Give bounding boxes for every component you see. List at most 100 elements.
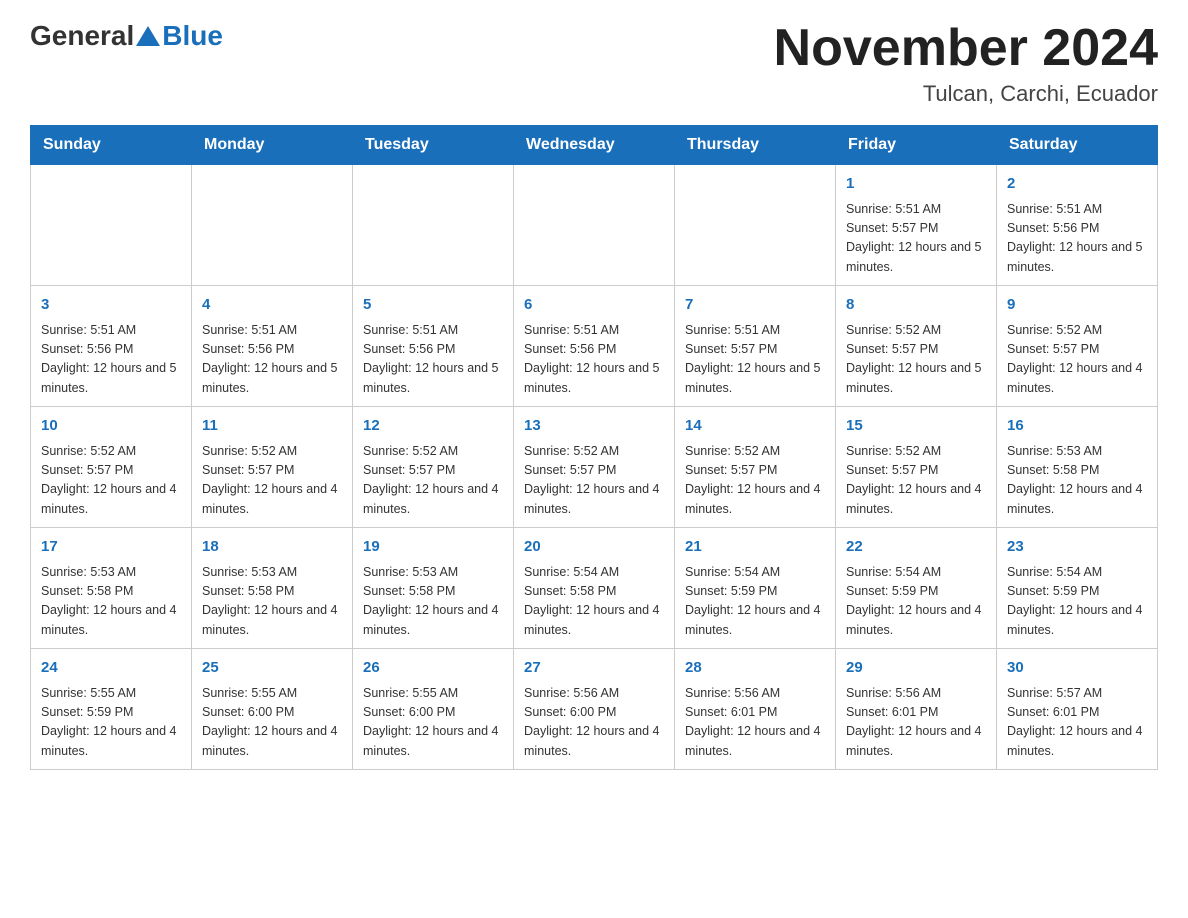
day-cell-empty bbox=[514, 165, 675, 286]
logo-general-text: General bbox=[30, 20, 134, 52]
day-info: Sunrise: 5:52 AMSunset: 5:57 PMDaylight:… bbox=[363, 442, 503, 520]
day-number: 28 bbox=[685, 657, 825, 680]
day-info: Sunrise: 5:52 AMSunset: 5:57 PMDaylight:… bbox=[685, 442, 825, 520]
day-info: Sunrise: 5:51 AMSunset: 5:56 PMDaylight:… bbox=[524, 321, 664, 399]
day-info: Sunrise: 5:51 AMSunset: 5:56 PMDaylight:… bbox=[202, 321, 342, 399]
day-cell-21: 21 Sunrise: 5:54 AMSunset: 5:59 PMDayligh… bbox=[675, 528, 836, 649]
week-row-1: 1 Sunrise: 5:51 AMSunset: 5:57 PMDaylight… bbox=[31, 165, 1158, 286]
day-cell-5: 5 Sunrise: 5:51 AMSunset: 5:56 PMDaylight… bbox=[353, 286, 514, 407]
logo-area: General Blue bbox=[30, 20, 223, 52]
calendar-header: Sunday Monday Tuesday Wednesday Thursday… bbox=[31, 126, 1158, 165]
day-cell-18: 18 Sunrise: 5:53 AMSunset: 5:58 PMDayligh… bbox=[192, 528, 353, 649]
day-number: 14 bbox=[685, 415, 825, 438]
day-number: 24 bbox=[41, 657, 181, 680]
day-info: Sunrise: 5:53 AMSunset: 5:58 PMDaylight:… bbox=[41, 563, 181, 641]
day-cell-6: 6 Sunrise: 5:51 AMSunset: 5:56 PMDaylight… bbox=[514, 286, 675, 407]
day-number: 16 bbox=[1007, 415, 1147, 438]
day-number: 19 bbox=[363, 536, 503, 559]
calendar-body: 1 Sunrise: 5:51 AMSunset: 5:57 PMDaylight… bbox=[31, 165, 1158, 770]
day-number: 21 bbox=[685, 536, 825, 559]
day-number: 2 bbox=[1007, 173, 1147, 196]
calendar-title: November 2024 bbox=[774, 20, 1158, 77]
col-tuesday: Tuesday bbox=[353, 126, 514, 165]
day-info: Sunrise: 5:55 AMSunset: 6:00 PMDaylight:… bbox=[363, 684, 503, 762]
day-cell-1: 1 Sunrise: 5:51 AMSunset: 5:57 PMDaylight… bbox=[836, 165, 997, 286]
day-cell-16: 16Sunrise: 5:53 AMSunset: 5:58 PMDayligh… bbox=[997, 407, 1158, 528]
day-cell-7: 7 Sunrise: 5:51 AMSunset: 5:57 PMDaylight… bbox=[675, 286, 836, 407]
day-cell-17: 17Sunrise: 5:53 AMSunset: 5:58 PMDayligh… bbox=[31, 528, 192, 649]
day-number: 22 bbox=[846, 536, 986, 559]
day-number: 8 bbox=[846, 294, 986, 317]
col-wednesday: Wednesday bbox=[514, 126, 675, 165]
day-info: Sunrise: 5:51 AMSunset: 5:56 PMDaylight:… bbox=[363, 321, 503, 399]
day-cell-30: 30 Sunrise: 5:57 AMSunset: 6:01 PMDayligh… bbox=[997, 649, 1158, 770]
day-info: Sunrise: 5:52 AMSunset: 5:57 PMDaylight:… bbox=[1007, 321, 1147, 399]
day-cell-9: 9 Sunrise: 5:52 AMSunset: 5:57 PMDaylight… bbox=[997, 286, 1158, 407]
day-cell-12: 12 Sunrise: 5:52 AMSunset: 5:57 PMDayligh… bbox=[353, 407, 514, 528]
day-info: Sunrise: 5:54 AMSunset: 5:59 PMDaylight:… bbox=[1007, 563, 1147, 641]
col-monday: Monday bbox=[192, 126, 353, 165]
day-info: Sunrise: 5:55 AMSunset: 5:59 PMDaylight:… bbox=[41, 684, 181, 762]
day-info: Sunrise: 5:53 AMSunset: 5:58 PMDaylight:… bbox=[363, 563, 503, 641]
day-cell-4: 4 Sunrise: 5:51 AMSunset: 5:56 PMDaylight… bbox=[192, 286, 353, 407]
day-cell-19: 19 Sunrise: 5:53 AMSunset: 5:58 PMDayligh… bbox=[353, 528, 514, 649]
day-info: Sunrise: 5:56 AMSunset: 6:00 PMDaylight:… bbox=[524, 684, 664, 762]
day-info: Sunrise: 5:54 AMSunset: 5:59 PMDaylight:… bbox=[685, 563, 825, 641]
day-number: 6 bbox=[524, 294, 664, 317]
col-sunday: Sunday bbox=[31, 126, 192, 165]
week-row-2: 3 Sunrise: 5:51 AMSunset: 5:56 PMDaylight… bbox=[31, 286, 1158, 407]
day-info: Sunrise: 5:51 AMSunset: 5:56 PMDaylight:… bbox=[1007, 200, 1147, 278]
week-row-3: 10 Sunrise: 5:52 AMSunset: 5:57 PMDayligh… bbox=[31, 407, 1158, 528]
day-info: Sunrise: 5:55 AMSunset: 6:00 PMDaylight:… bbox=[202, 684, 342, 762]
day-info: Sunrise: 5:52 AMSunset: 5:57 PMDaylight:… bbox=[846, 321, 986, 399]
day-cell-3: 3Sunrise: 5:51 AMSunset: 5:56 PMDaylight… bbox=[31, 286, 192, 407]
day-info: Sunrise: 5:52 AMSunset: 5:57 PMDaylight:… bbox=[202, 442, 342, 520]
logo-blue-text: Blue bbox=[162, 20, 223, 52]
day-info: Sunrise: 5:51 AMSunset: 5:57 PMDaylight:… bbox=[685, 321, 825, 399]
day-number: 29 bbox=[846, 657, 986, 680]
day-number: 3 bbox=[41, 294, 181, 317]
header: General Blue November 2024 Tulcan, Carch… bbox=[30, 20, 1158, 107]
day-cell-28: 28 Sunrise: 5:56 AMSunset: 6:01 PMDayligh… bbox=[675, 649, 836, 770]
day-number: 12 bbox=[363, 415, 503, 438]
day-cell-11: 11 Sunrise: 5:52 AMSunset: 5:57 PMDayligh… bbox=[192, 407, 353, 528]
day-cell-25: 25 Sunrise: 5:55 AMSunset: 6:00 PMDayligh… bbox=[192, 649, 353, 770]
calendar-table: Sunday Monday Tuesday Wednesday Thursday… bbox=[30, 125, 1158, 770]
day-number: 1 bbox=[846, 173, 986, 196]
col-saturday: Saturday bbox=[997, 126, 1158, 165]
day-number: 7 bbox=[685, 294, 825, 317]
logo-triangle-icon bbox=[136, 26, 160, 46]
day-cell-8: 8 Sunrise: 5:52 AMSunset: 5:57 PMDaylight… bbox=[836, 286, 997, 407]
day-info: Sunrise: 5:56 AMSunset: 6:01 PMDaylight:… bbox=[685, 684, 825, 762]
day-number: 25 bbox=[202, 657, 342, 680]
day-cell-14: 14 Sunrise: 5:52 AMSunset: 5:57 PMDayligh… bbox=[675, 407, 836, 528]
day-number: 5 bbox=[363, 294, 503, 317]
day-info: Sunrise: 5:53 AMSunset: 5:58 PMDaylight:… bbox=[202, 563, 342, 641]
day-info: Sunrise: 5:57 AMSunset: 6:01 PMDaylight:… bbox=[1007, 684, 1147, 762]
day-cell-empty bbox=[353, 165, 514, 286]
day-cell-20: 20Sunrise: 5:54 AMSunset: 5:58 PMDayligh… bbox=[514, 528, 675, 649]
title-area: November 2024 Tulcan, Carchi, Ecuador bbox=[774, 20, 1158, 107]
day-number: 11 bbox=[202, 415, 342, 438]
day-number: 26 bbox=[363, 657, 503, 680]
day-number: 18 bbox=[202, 536, 342, 559]
day-info: Sunrise: 5:54 AMSunset: 5:59 PMDaylight:… bbox=[846, 563, 986, 641]
week-row-5: 24 Sunrise: 5:55 AMSunset: 5:59 PMDayligh… bbox=[31, 649, 1158, 770]
day-cell-empty bbox=[675, 165, 836, 286]
day-cell-22: 22 Sunrise: 5:54 AMSunset: 5:59 PMDayligh… bbox=[836, 528, 997, 649]
col-friday: Friday bbox=[836, 126, 997, 165]
day-number: 30 bbox=[1007, 657, 1147, 680]
day-number: 10 bbox=[41, 415, 181, 438]
location-subtitle: Tulcan, Carchi, Ecuador bbox=[774, 81, 1158, 107]
day-cell-2: 2 Sunrise: 5:51 AMSunset: 5:56 PMDaylight… bbox=[997, 165, 1158, 286]
day-info: Sunrise: 5:52 AMSunset: 5:57 PMDaylight:… bbox=[524, 442, 664, 520]
day-number: 9 bbox=[1007, 294, 1147, 317]
day-cell-26: 26 Sunrise: 5:55 AMSunset: 6:00 PMDayligh… bbox=[353, 649, 514, 770]
day-info: Sunrise: 5:51 AMSunset: 5:57 PMDaylight:… bbox=[846, 200, 986, 278]
day-cell-29: 29Sunrise: 5:56 AMSunset: 6:01 PMDayligh… bbox=[836, 649, 997, 770]
week-row-4: 17Sunrise: 5:53 AMSunset: 5:58 PMDayligh… bbox=[31, 528, 1158, 649]
day-number: 23 bbox=[1007, 536, 1147, 559]
day-cell-empty bbox=[31, 165, 192, 286]
day-number: 4 bbox=[202, 294, 342, 317]
day-number: 13 bbox=[524, 415, 664, 438]
